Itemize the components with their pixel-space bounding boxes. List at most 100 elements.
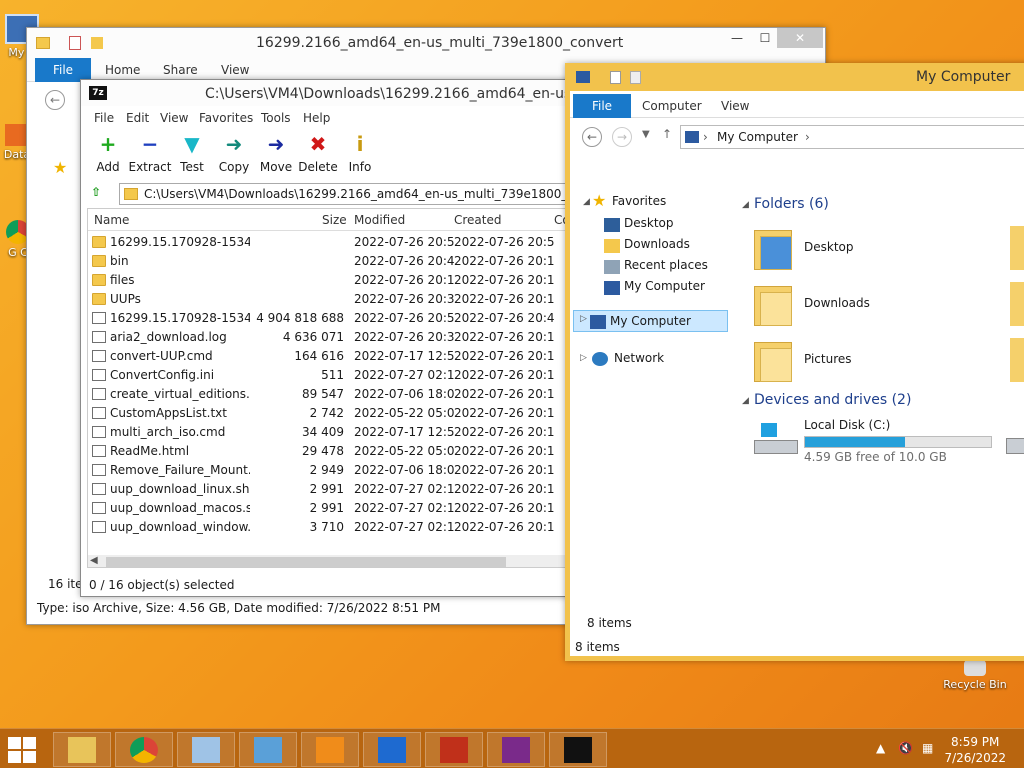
column-size[interactable]: Size <box>322 213 347 227</box>
nav-favorites[interactable]: Favorites <box>612 194 666 208</box>
news-icon <box>440 736 468 763</box>
scroll-thumb[interactable] <box>106 557 506 567</box>
tab-home[interactable]: Home <box>105 63 140 77</box>
minimize-button[interactable]: — <box>723 28 751 48</box>
properties-icon[interactable] <box>610 71 621 84</box>
column-modified[interactable]: Modified <box>354 213 405 227</box>
local-disk-name[interactable]: Local Disk (C:) <box>804 418 890 432</box>
file-row[interactable]: convert-UUP.cmd 164 616 2022-07-17 12:53 20… <box>88 347 566 366</box>
file-row[interactable]: CustomAppsList.txt 2 742 2022-05-22 05:09 2… <box>88 404 566 423</box>
cell-modified: 2022-07-27 02:16 <box>354 368 454 382</box>
up-button[interactable]: ↑ <box>662 127 672 141</box>
file-row[interactable]: ReadMe.html 29 478 2022-05-22 05:09 2022-07… <box>88 442 566 461</box>
tab-view[interactable]: View <box>721 99 749 113</box>
properties-icon[interactable] <box>69 36 81 50</box>
chevron-up-icon[interactable]: ▲ <box>876 741 885 755</box>
folder-desktop-label[interactable]: Desktop <box>804 240 854 254</box>
computer-icon <box>604 281 620 295</box>
maximize-button[interactable]: ☐ <box>751 28 779 48</box>
taskbar-remote-desktop-button[interactable] <box>239 732 297 767</box>
file-row[interactable]: uup_download_linux.sh 2 991 2022-07-27 02:… <box>88 480 566 499</box>
horizontal-scrollbar[interactable]: ◀ <box>88 555 566 567</box>
taskbar-news-button[interactable] <box>425 732 483 767</box>
nav-my-computer-selected[interactable]: ▷ My Computer <box>573 310 728 332</box>
volume-muted-icon[interactable]: 🔇 <box>898 741 913 755</box>
file-row[interactable]: 16299.15.170928-1534.R... 2022-07-26 20:5… <box>88 233 566 252</box>
tab-file[interactable]: File <box>573 94 631 118</box>
taskbar-chrome-button[interactable] <box>115 732 173 767</box>
nav-desktop[interactable]: Desktop <box>624 216 674 230</box>
folder-partial-1[interactable] <box>1010 226 1024 270</box>
file-row[interactable]: UUPs 2022-07-26 20:34 2022-07-26 20:18 <box>88 290 566 309</box>
taskbar-trophy-button[interactable] <box>487 732 545 767</box>
file-row[interactable]: bin 2022-07-26 20:49 2022-07-26 20:18 <box>88 252 566 271</box>
nav-recent-places[interactable]: Recent places <box>624 258 708 272</box>
column-name[interactable]: Name <box>94 213 129 227</box>
taskbar-task-manager-button[interactable] <box>177 732 235 767</box>
cell-created: 2022-07-26 20:17 <box>454 482 554 496</box>
toolbar-test-button[interactable]: ▼ Test <box>169 132 215 174</box>
new-folder-icon[interactable] <box>91 37 103 49</box>
tab-view[interactable]: View <box>221 63 249 77</box>
folder-partial-3[interactable] <box>1010 338 1024 382</box>
desktop-icon-recycle-bin[interactable]: Recycle Bin <box>940 660 1010 691</box>
explorer-titlebar[interactable]: My Computer <box>570 63 1024 91</box>
toolbar-extract-button[interactable]: − Extract <box>127 132 173 174</box>
chevron-down-icon[interactable]: ▼ <box>642 129 650 140</box>
tab-computer[interactable]: Computer <box>642 99 702 113</box>
new-folder-icon[interactable] <box>630 71 641 84</box>
folder-downloads-label[interactable]: Downloads <box>804 296 870 310</box>
folders-section-title[interactable]: Folders (6) <box>754 196 829 212</box>
cell-name: CustomAppsList.txt <box>110 406 227 420</box>
sevenzip-window[interactable]: 7z C:\Users\VM4\Downloads\16299.2166_amd… <box>80 79 617 597</box>
taskbar-vlc-button[interactable] <box>301 732 359 767</box>
toolbar-copy-button[interactable]: ➜ Copy <box>211 132 257 174</box>
taskbar-file-explorer-button[interactable] <box>53 732 111 767</box>
nav-bar: ← → ▼ ↑ › My Computer › <box>570 122 1024 152</box>
toolbar-move-button[interactable]: ➜ Move <box>253 132 299 174</box>
clock[interactable]: 8:59 PM 7/26/2022 <box>944 734 1006 766</box>
file-list[interactable]: Name Size Modified Created Co 16299.15.1… <box>87 208 567 568</box>
pictures-folder-icon[interactable] <box>754 338 794 382</box>
cell-modified: 2022-07-26 20:51 <box>354 311 454 325</box>
network-tray-icon[interactable]: ▦ <box>922 741 933 755</box>
file-row[interactable]: Remove_Failure_Mount... 2 949 2022-07-06 1… <box>88 461 566 480</box>
drives-section-title[interactable]: Devices and drives (2) <box>754 392 911 408</box>
close-button[interactable]: ✕ <box>777 28 823 48</box>
explorer-window[interactable]: My Computer File Computer View ← → ▼ ↑ ›… <box>565 63 1024 661</box>
file-row[interactable]: ConvertConfig.ini 511 2022-07-27 02:16 2022… <box>88 366 566 385</box>
folder-partial-2[interactable] <box>1010 282 1024 326</box>
nav-my-computer-fav[interactable]: My Computer <box>624 279 705 293</box>
downloads-folder-icon[interactable] <box>754 282 794 326</box>
drive-partial[interactable] <box>1006 438 1024 454</box>
folder-pictures-label[interactable]: Pictures <box>804 352 852 366</box>
nav-network[interactable]: Network <box>614 351 664 365</box>
file-row[interactable]: files 2022-07-26 20:18 2022-07-26 20:17 <box>88 271 566 290</box>
column-created[interactable]: Created <box>454 213 502 227</box>
back-button[interactable]: ← <box>582 127 602 147</box>
nav-downloads[interactable]: Downloads <box>624 237 690 251</box>
scroll-left-arrow[interactable]: ◀ <box>90 555 98 566</box>
file-row[interactable]: multi_arch_iso.cmd 34 409 2022-07-17 12:53… <box>88 423 566 442</box>
toolbar-info-button[interactable]: i Info <box>337 132 383 174</box>
desktop-folder-icon[interactable] <box>754 226 794 270</box>
local-disk-icon[interactable] <box>754 422 798 456</box>
cell-size: 2 991 <box>309 482 344 496</box>
toolbar-add-button[interactable]: + Add <box>85 132 131 174</box>
file-row[interactable]: create_virtual_editions.c... 89 547 2022-0… <box>88 385 566 404</box>
start-button[interactable] <box>8 737 38 763</box>
file-row[interactable]: uup_download_macos.sh 2 991 2022-07-27 02:… <box>88 499 566 518</box>
file-row[interactable]: aria2_download.log 4 636 071 2022-07-26 20… <box>88 328 566 347</box>
forward-button[interactable]: → <box>612 127 632 147</box>
address-bar[interactable]: › My Computer › <box>680 125 1024 149</box>
taskbar-7zip-button[interactable] <box>549 732 607 767</box>
back-button[interactable]: ← <box>45 90 65 110</box>
tab-share[interactable]: Share <box>163 63 198 77</box>
back-explorer-titlebar[interactable]: 16299.2166_amd64_en-us_multi_739e1800_co… <box>27 28 825 58</box>
up-folder-icon[interactable]: ⇧ <box>91 185 109 201</box>
path-input[interactable]: C:\Users\VM4\Downloads\16299.2166_amd64_… <box>119 183 617 205</box>
toolbar-delete-button[interactable]: ✖ Delete <box>295 132 341 174</box>
file-row[interactable]: uup_download_window... 3 710 2022-07-27 02… <box>88 518 566 537</box>
file-row[interactable]: 16299.15.170928-1534.R... 4 904 818 688 20… <box>88 309 566 328</box>
taskbar-settings-button[interactable] <box>363 732 421 767</box>
